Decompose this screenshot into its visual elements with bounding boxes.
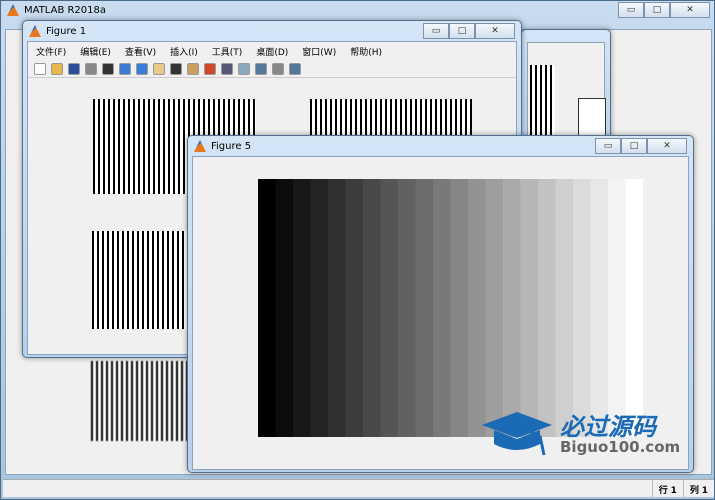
pointer-icon[interactable] (102, 63, 114, 75)
maximize-button[interactable]: □ (621, 138, 647, 154)
gray-gradient-image (258, 179, 643, 437)
matlab-logo-icon (29, 25, 41, 37)
save-icon[interactable] (68, 63, 80, 75)
close-button[interactable]: ✕ (647, 138, 687, 154)
data-cursor-icon[interactable] (187, 63, 199, 75)
gray-band (415, 179, 434, 437)
stripe-image-3 (92, 231, 192, 329)
close-button[interactable]: ✕ (670, 2, 710, 18)
zoom-in-icon[interactable] (119, 63, 131, 75)
open-icon[interactable] (51, 63, 63, 75)
new-file-icon[interactable] (34, 63, 46, 75)
menu-item[interactable]: 文件(F) (36, 45, 66, 58)
gray-band (468, 179, 486, 437)
menu-item[interactable]: 插入(I) (170, 45, 198, 58)
legend-icon[interactable] (255, 63, 267, 75)
gray-band (293, 179, 311, 437)
pan-icon[interactable] (153, 63, 165, 75)
minimize-button[interactable]: ▭ (618, 2, 644, 18)
colorbar-icon[interactable] (238, 63, 250, 75)
gray-band (485, 179, 504, 437)
stripe-image-bottom (91, 361, 189, 441)
gray-band (573, 179, 591, 437)
maximize-button[interactable]: □ (449, 23, 475, 39)
gray-band (608, 179, 626, 437)
menu-item[interactable]: 工具(T) (212, 45, 243, 58)
gray-band (503, 179, 521, 437)
status-bar: 行 1 列 1 (3, 479, 714, 497)
gray-band (590, 179, 609, 437)
gray-band (555, 179, 574, 437)
figure1-controls: ▭ □ ✕ (423, 23, 515, 39)
menu-item[interactable]: 编辑(E) (80, 45, 111, 58)
maximize-button[interactable]: □ (644, 2, 670, 18)
figure1-title: Figure 1 (46, 25, 87, 37)
figure5-controls: ▭ □ ✕ (595, 138, 687, 154)
gray-band (310, 179, 329, 437)
watermark-en: Biguo100.com (560, 438, 681, 456)
row-label: 行 (658, 486, 668, 496)
col-label: 列 (689, 486, 699, 496)
print-icon[interactable] (85, 63, 97, 75)
close-button[interactable]: ✕ (475, 23, 515, 39)
row-value: 1 (670, 486, 677, 496)
minimize-button[interactable]: ▭ (595, 138, 621, 154)
show-plot-tools-icon[interactable] (289, 63, 301, 75)
zoom-out-icon[interactable] (136, 63, 148, 75)
gray-band (520, 179, 539, 437)
watermark: 必过源码 Biguo100.com (482, 405, 692, 465)
figure1-title-bar: Figure 1 (29, 25, 86, 37)
gray-band (275, 179, 294, 437)
menu-item[interactable]: 窗口(W) (302, 45, 336, 58)
matlab-logo-icon (194, 140, 206, 152)
gray-band (625, 179, 643, 437)
main-title: MATLAB R2018a (24, 4, 107, 16)
gray-band (380, 179, 399, 437)
watermark-cn: 必过源码 (560, 413, 656, 441)
figure5-title-bar: Figure 5 (194, 140, 251, 152)
gray-band (345, 179, 364, 437)
menu-item[interactable]: 桌面(D) (256, 45, 288, 58)
gray-band (398, 179, 416, 437)
gray-band (258, 179, 276, 437)
gray-band (538, 179, 556, 437)
brush-icon[interactable] (204, 63, 216, 75)
gray-band (328, 179, 346, 437)
col-value: 1 (701, 486, 708, 496)
main-window-controls: ▭ □ ✕ (618, 2, 710, 18)
link-icon[interactable] (221, 63, 233, 75)
gray-band (433, 179, 451, 437)
minimize-button[interactable]: ▭ (423, 23, 449, 39)
gray-band (363, 179, 381, 437)
graduation-cap-icon (482, 412, 552, 456)
menu-item[interactable]: 查看(V) (125, 45, 156, 58)
main-title-bar: MATLAB R2018a (7, 4, 106, 16)
menu-bar: 文件(F) 编辑(E) 查看(V) 插入(I) 工具(T) 桌面(D) 窗口(W) 帮助(H) (28, 42, 516, 61)
toolbar (28, 61, 516, 78)
hide-plot-tools-icon[interactable] (272, 63, 284, 75)
rotate-icon[interactable] (170, 63, 182, 75)
menu-item[interactable]: 帮助(H) (350, 45, 382, 58)
gray-band (450, 179, 469, 437)
figure5-title: Figure 5 (211, 140, 252, 152)
matlab-logo-icon (7, 4, 19, 16)
